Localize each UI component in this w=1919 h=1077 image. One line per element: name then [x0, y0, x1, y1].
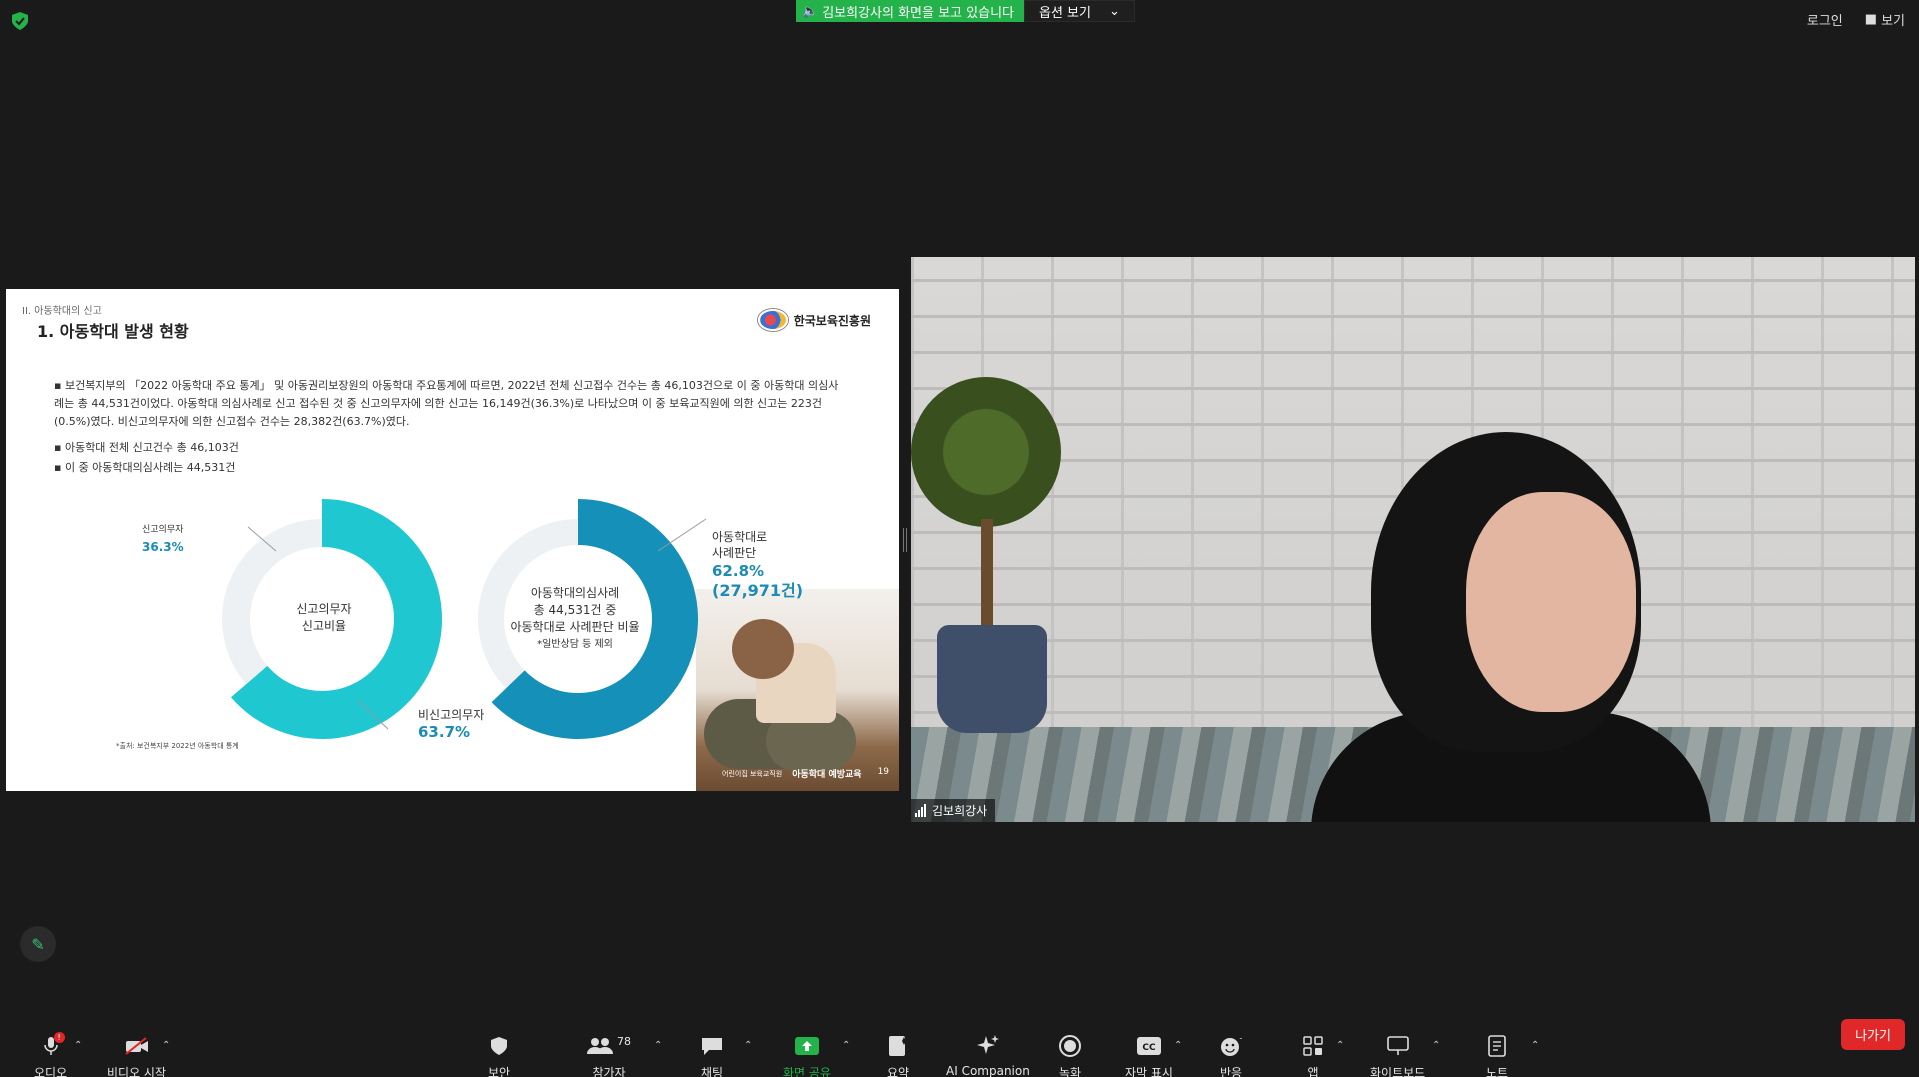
microphone-icon: ! — [43, 1032, 65, 1058]
share-screen-icon — [794, 1034, 819, 1058]
plant-decor — [911, 377, 1061, 527]
chart2-label: 아동학대로 사례판단 62.8% (27,971건) — [712, 530, 804, 600]
reactions-button[interactable]: + 반응 — [1220, 1034, 1242, 1077]
captions-chevron-up-icon[interactable]: ⌃ — [1174, 1040, 1182, 1051]
slide-footer: 어린이집 보육교직원 아동학대 예방교육 19 — [722, 767, 890, 780]
summary-icon — [888, 1034, 908, 1058]
share-chevron-up-icon[interactable]: ⌃ — [842, 1040, 850, 1051]
shared-screen-slide: II. 아동학대의 신고 1. 아동학대 발생 현황 한국보육진흥원 ▪ 보건복… — [6, 289, 899, 791]
speaker — [1311, 432, 1711, 822]
share-status-text: 김보희강사의 화면을 보고 있습니다 — [822, 5, 1014, 21]
participants-icon: 78 — [587, 1034, 631, 1058]
slide-source: *출처: 보건복지부 2022년 아동학대 통계 — [116, 742, 239, 750]
shield-icon — [490, 1034, 508, 1058]
chart1-label-b: 비신고의무자 63.7% — [418, 708, 485, 741]
notes-icon — [1488, 1034, 1506, 1058]
video-button[interactable]: 비디오 시작 — [107, 1034, 166, 1077]
notes-button[interactable]: 노트 — [1486, 1034, 1508, 1077]
share-screen-button[interactable]: 화면 공유 — [783, 1034, 831, 1077]
leave-meeting-button[interactable]: 나가기 — [1841, 1019, 1905, 1050]
meeting-toolbar: ! 오디오 ⌃ 비디오 시작 ⌃ 보안 78 참가자 ⌃ 채팅 ⌃ 화면 공유 … — [0, 1020, 1919, 1077]
whiteboard-button[interactable]: 화이트보드 — [1370, 1034, 1425, 1077]
whiteboard-icon — [1386, 1034, 1409, 1058]
notes-chevron-up-icon[interactable]: ⌃ — [1531, 1040, 1539, 1051]
ai-companion-button[interactable]: AI Companion — [946, 1034, 1030, 1077]
audio-chevron-up-icon[interactable]: ⌃ — [74, 1040, 82, 1051]
cc-icon: CC — [1136, 1034, 1161, 1058]
captions-button[interactable]: CC 자막 표시 — [1125, 1034, 1173, 1077]
screen-share-banner: 🔈 김보희강사의 화면을 보고 있습니다 옵션 보기 ⌄ — [796, 0, 1135, 22]
leader-line-3 — [657, 518, 707, 552]
participant-name-tag: 김보희강사 — [911, 799, 996, 822]
whiteboard-chevron-up-icon[interactable]: ⌃ — [1432, 1040, 1440, 1051]
apps-button[interactable]: 앱 — [1303, 1034, 1323, 1077]
chat-icon — [701, 1034, 723, 1058]
svg-text:CC: CC — [1142, 1043, 1156, 1053]
view-button[interactable]: ■ 보기 — [1865, 10, 1905, 29]
security-shield-icon — [12, 12, 28, 30]
chart1-label-a: 신고의무자 36.3% — [142, 525, 184, 554]
participants-chevron-up-icon[interactable]: ⌃ — [654, 1040, 662, 1051]
participant-video: 김보희강사 — [911, 257, 1915, 822]
annotate-pencil-button[interactable]: ✎ — [20, 926, 56, 962]
smiley-plus-icon: + — [1220, 1034, 1242, 1058]
chat-button[interactable]: 채팅 — [701, 1034, 723, 1077]
speaker-icon: 🔈 — [802, 3, 819, 19]
audio-warning-badge: ! — [53, 1032, 65, 1043]
record-button[interactable]: 녹화 — [1059, 1034, 1081, 1077]
signal-icon — [915, 804, 926, 817]
apps-chevron-up-icon[interactable]: ⌃ — [1336, 1040, 1344, 1051]
view-icon: ■ — [1864, 12, 1878, 27]
apps-icon — [1303, 1034, 1323, 1058]
chat-chevron-up-icon[interactable]: ⌃ — [744, 1040, 752, 1051]
login-button[interactable]: 로그인 — [1807, 10, 1843, 29]
chart1-center-label: 신고의무자 신고비율 — [296, 602, 352, 633]
participants-button[interactable]: 78 참가자 — [587, 1034, 631, 1077]
video-off-icon — [124, 1034, 150, 1058]
sparkle-icon — [976, 1034, 1000, 1058]
participants-count: 78 — [617, 1034, 631, 1048]
view-options-button[interactable]: 옵션 보기 ⌄ — [1024, 0, 1135, 22]
summary-button[interactable]: 요약 — [887, 1034, 909, 1077]
panel-splitter-handle[interactable] — [903, 528, 907, 552]
share-status: 🔈 김보희강사의 화면을 보고 있습니다 — [796, 0, 1024, 22]
audio-button[interactable]: ! 오디오 — [34, 1032, 67, 1077]
svg-text:+: + — [1239, 1035, 1242, 1043]
video-chevron-up-icon[interactable]: ⌃ — [162, 1040, 170, 1051]
pencil-icon: ✎ — [31, 934, 45, 954]
record-icon — [1059, 1034, 1082, 1058]
chart2-center-label: 아동학대의심사례 총 44,531건 중 아동학대로 사례판단 비율 *일반상담… — [510, 586, 640, 650]
chevron-down-icon: ⌄ — [1108, 3, 1120, 19]
security-button[interactable]: 보안 — [488, 1034, 510, 1077]
